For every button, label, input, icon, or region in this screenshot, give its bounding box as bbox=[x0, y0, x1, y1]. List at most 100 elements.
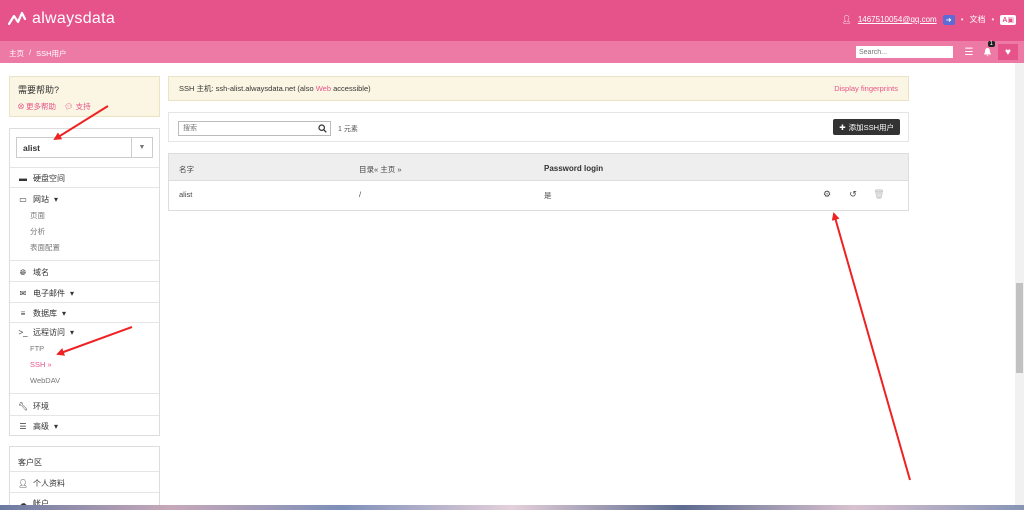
divider bbox=[10, 260, 159, 261]
user-email-link[interactable]: 1467510054@qq.com bbox=[858, 15, 937, 24]
arrow-to-gear-icon bbox=[831, 212, 911, 481]
divider bbox=[10, 167, 159, 168]
list-toolbar: 1 元素 ✚ 添加SSH用户 bbox=[168, 112, 909, 142]
user-icon: 👤︎ bbox=[841, 15, 852, 24]
notification-count-badge: 1 bbox=[987, 41, 995, 47]
caret-down-icon: ▾ bbox=[62, 309, 67, 318]
history-icon[interactable]: ↺ bbox=[847, 188, 859, 200]
docs-link[interactable]: 文档 bbox=[970, 14, 986, 25]
bell-icon bbox=[983, 48, 991, 57]
ssh-host-suffix: accessible) bbox=[331, 84, 371, 93]
global-search-input[interactable] bbox=[856, 46, 953, 58]
heart-icon[interactable]: ♥ bbox=[998, 44, 1018, 60]
add-ssh-user-button[interactable]: ✚ 添加SSH用户 bbox=[833, 119, 900, 135]
alwaysdata-logo-icon bbox=[8, 11, 26, 26]
logout-icon[interactable]: ➜ bbox=[942, 14, 955, 25]
account-selected-value: alist bbox=[23, 142, 41, 153]
column-header-directory[interactable]: 目录« 主页 » bbox=[359, 164, 402, 175]
brand-logo[interactable]: alwaysdata bbox=[8, 10, 115, 28]
caret-down-icon: ▾ bbox=[54, 195, 59, 204]
plus-icon: ✚ bbox=[839, 122, 846, 132]
list-icon: ☰ bbox=[19, 422, 27, 431]
help-title: 需要帮助? bbox=[18, 85, 60, 95]
display-fingerprints-link[interactable]: Display fingerprints bbox=[834, 84, 898, 93]
cell-directory: / bbox=[359, 190, 362, 199]
breadcrumb-separator: / bbox=[29, 48, 32, 57]
sidebar-item-email[interactable]: ✉ 电子邮件 ▾ bbox=[10, 288, 159, 299]
sidebar-subitem-config[interactable]: 表面配置 bbox=[30, 242, 60, 253]
support-link[interactable]: 💬︎ 支持 bbox=[64, 101, 91, 112]
language-button[interactable]: A▣ bbox=[1000, 14, 1016, 25]
list-search-input[interactable] bbox=[179, 122, 314, 135]
breadcrumb-home[interactable]: 主页 bbox=[9, 48, 24, 59]
divider bbox=[10, 322, 159, 323]
sidebar-item-databases[interactable]: ≡ 数据库 ▾ bbox=[10, 308, 159, 319]
sidebar-item-label: 电子邮件 bbox=[33, 289, 65, 298]
list-icon[interactable]: ☰ bbox=[960, 44, 978, 60]
page-scrollbar[interactable] bbox=[1015, 63, 1024, 510]
account-select[interactable]: alist ▼ bbox=[16, 137, 153, 158]
sidebar-subitem-pages[interactable]: 页面 bbox=[30, 210, 45, 221]
sidebar-item-profile[interactable]: 👤︎ 个人资料 bbox=[10, 478, 159, 489]
cell-password-login: 是 bbox=[544, 191, 552, 200]
notification-bell-icon[interactable]: 1 bbox=[978, 41, 996, 60]
column-header-name[interactable]: 名字 bbox=[179, 164, 194, 175]
more-help-label: 更多帮助 bbox=[26, 102, 57, 111]
item-count: 1 元素 bbox=[338, 126, 358, 133]
sidebar-item-environment[interactable]: 🔧︎ 环境 bbox=[10, 401, 159, 412]
sidebar-item-label: 数据库 bbox=[33, 309, 57, 318]
database-icon: ≡ bbox=[20, 309, 26, 318]
caret-down-icon: ▾ bbox=[70, 328, 75, 337]
client-area-title: 客户区 bbox=[18, 458, 42, 467]
terminal-icon: >_ bbox=[18, 328, 28, 337]
caret-down-icon: ▾ bbox=[54, 422, 59, 431]
search-icon[interactable] bbox=[314, 122, 330, 135]
column-header-password-login[interactable]: Password login bbox=[544, 164, 603, 173]
chevron-down-icon[interactable]: ▼ bbox=[131, 138, 152, 157]
sidebar-nav: alist ▼ ▬ 硬盘空间 ▭ 网站 ▾ 页面 分析 表面配置 🌐︎ 域名 ✉… bbox=[9, 128, 160, 436]
sidebar-subitem-analytics[interactable]: 分析 bbox=[30, 226, 45, 237]
divider bbox=[10, 415, 159, 416]
breadcrumb: 主页 / SSH用户 bbox=[9, 48, 67, 59]
envelope-icon: ✉ bbox=[19, 289, 27, 298]
breadcrumb-current: SSH用户 bbox=[36, 49, 67, 58]
gear-icon[interactable]: ⚙ bbox=[821, 188, 833, 200]
ssh-host-prefix: SSH 主机: ssh-alist.alwaysdata.net (also bbox=[179, 84, 316, 93]
sidebar-item-domains[interactable]: 🌐︎ 域名 bbox=[10, 267, 159, 278]
help-panel: 需要帮助? ⭙ 更多帮助 💬︎ 支持 bbox=[9, 76, 160, 117]
sidebar-item-label: 个人资料 bbox=[33, 479, 65, 488]
support-label: 支持 bbox=[75, 102, 91, 111]
sidebar-item-remote[interactable]: >_ 远程访问 ▾ bbox=[10, 327, 159, 338]
sidebar-subitem-ftp[interactable]: FTP bbox=[30, 344, 44, 353]
caret-down-icon: ▾ bbox=[70, 289, 75, 298]
header-actions: ☰ 1 ♥ bbox=[960, 41, 1018, 60]
sidebar-item-label: 域名 bbox=[33, 268, 49, 277]
sidebar-item-sites[interactable]: ▭ 网站 ▾ bbox=[10, 194, 159, 205]
globe-icon: 🌐︎ bbox=[19, 267, 27, 277]
sidebar-item-advanced[interactable]: ☰ 高级 ▾ bbox=[10, 421, 159, 432]
language-label: A bbox=[1002, 16, 1008, 24]
sidebar-item-disk[interactable]: ▬ 硬盘空间 bbox=[10, 173, 159, 184]
brand-name: alwaysdata bbox=[32, 10, 116, 27]
lifebuoy-icon: ⭙ bbox=[18, 102, 24, 111]
sidebar-subitem-ssh[interactable]: SSH » bbox=[30, 360, 52, 369]
sidebar-subitem-webdav[interactable]: WebDAV bbox=[30, 376, 60, 385]
row-actions: ⚙ ↺ 🗑︎ bbox=[821, 188, 885, 200]
separator-dot: • bbox=[991, 15, 995, 24]
sidebar-item-label: 硬盘空间 bbox=[33, 174, 65, 183]
breadcrumb-bar: 主页 / SSH用户 ☰ 1 ♥ bbox=[0, 41, 1024, 63]
hard-drive-icon: ▬ bbox=[19, 174, 27, 183]
web-link[interactable]: Web bbox=[316, 84, 331, 93]
more-help-link[interactable]: ⭙ 更多帮助 bbox=[18, 101, 56, 112]
chat-icon: 💬︎ bbox=[64, 102, 74, 111]
scrollbar-thumb[interactable] bbox=[1016, 283, 1023, 373]
trash-icon[interactable]: 🗑︎ bbox=[873, 188, 885, 200]
divider bbox=[10, 187, 159, 188]
sidebar-item-label: 环境 bbox=[33, 402, 49, 411]
table-header: 名字 目录« 主页 » Password login bbox=[169, 154, 908, 181]
wrench-icon: 🔧︎ bbox=[18, 402, 29, 411]
list-search bbox=[178, 121, 331, 136]
sidebar-item-label: 高级 bbox=[33, 422, 49, 431]
cell-name: alist bbox=[179, 190, 193, 199]
divider bbox=[10, 281, 159, 282]
